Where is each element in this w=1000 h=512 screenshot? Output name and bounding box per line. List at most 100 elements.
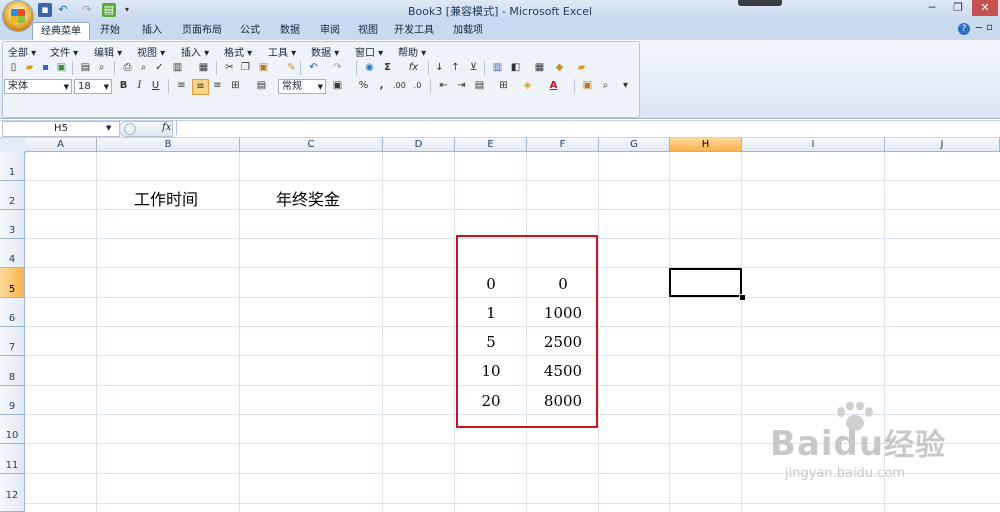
tab-developer[interactable]: 开发工具 <box>390 22 438 40</box>
menu-view[interactable]: 视图 ▾ <box>137 44 165 59</box>
currency-icon[interactable]: ▣ <box>330 79 345 93</box>
table-icon[interactable]: ▦ <box>532 61 547 75</box>
undo-icon[interactable]: ↶ <box>56 3 70 17</box>
text-direction-icon[interactable]: ▤ <box>472 79 487 93</box>
align-left-icon[interactable]: ≡ <box>174 79 189 93</box>
column-header-a[interactable]: A <box>25 138 97 152</box>
column-header-d[interactable]: D <box>383 138 455 152</box>
office-button[interactable] <box>3 1 33 31</box>
select-all-corner[interactable] <box>0 138 26 153</box>
font-color-icon[interactable]: A <box>546 79 561 93</box>
decrease-indent-icon[interactable]: ⇤ <box>436 79 451 93</box>
column-header-b[interactable]: B <box>97 138 240 152</box>
decrease-decimal-icon[interactable]: .0 <box>410 79 425 93</box>
print-preview-icon[interactable]: ▤ <box>102 3 116 17</box>
row-header-2[interactable]: 2 <box>0 181 25 210</box>
insert-function-button[interactable]: fx <box>162 121 171 135</box>
row-header-4[interactable]: 4 <box>0 239 25 268</box>
row-header-8[interactable]: 8 <box>0 356 25 386</box>
cut-icon[interactable]: ✂ <box>222 61 237 75</box>
open-icon[interactable]: ▰ <box>22 61 37 75</box>
italic-button[interactable]: I <box>132 79 147 93</box>
column-header-i[interactable]: I <box>742 138 885 152</box>
number-format-dropdown[interactable]: 常规 ▼ <box>278 79 326 94</box>
column-header-f[interactable]: F <box>527 138 599 152</box>
menu-all[interactable]: 全部 ▾ <box>8 44 36 59</box>
increase-decimal-icon[interactable]: .00 <box>392 79 407 93</box>
redo-icon[interactable]: ↷ <box>80 3 94 17</box>
save-icon[interactable]: ▪ <box>38 3 52 17</box>
close-button[interactable]: ✕ <box>972 0 998 16</box>
permission-icon[interactable]: ▣ <box>54 61 69 75</box>
menu-tools[interactable]: 工具 ▾ <box>268 44 296 59</box>
row-header-1[interactable]: 1 <box>0 152 25 181</box>
row-header-11[interactable]: 11 <box>0 444 25 474</box>
copy-icon[interactable]: ❐ <box>238 61 253 75</box>
wrap-text-icon[interactable]: ▤ <box>254 79 269 93</box>
tab-add-ins[interactable]: 加载项 <box>444 22 492 40</box>
formula-input[interactable] <box>176 121 999 135</box>
menu-insert[interactable]: 插入 ▾ <box>181 44 209 59</box>
font-size-dropdown[interactable]: 18 ▼ <box>74 79 112 94</box>
hyperlink-icon[interactable]: ◉ <box>362 61 377 75</box>
active-cell-h5[interactable] <box>669 268 742 297</box>
align-center-icon[interactable]: ≡ <box>192 79 209 95</box>
chart-icon[interactable]: ▥ <box>490 61 505 75</box>
tab-classic-menu[interactable]: 经典菜单 <box>32 22 90 41</box>
menu-format[interactable]: 格式 ▾ <box>224 44 252 59</box>
undo-icon[interactable]: ↶ <box>306 61 321 75</box>
redo-icon[interactable]: ↷ <box>330 61 345 75</box>
row-header-7[interactable]: 7 <box>0 327 25 356</box>
sort-ascending-icon[interactable]: ↓ <box>432 61 447 75</box>
customize-quick-access-icon[interactable]: ▾ <box>120 3 134 17</box>
tab-data[interactable]: 数据 <box>272 22 308 40</box>
format-painter-icon[interactable]: ✎ <box>284 61 299 75</box>
minimize-button[interactable]: ─ <box>920 0 944 16</box>
align-right-icon[interactable]: ≡ <box>210 79 225 93</box>
menu-edit[interactable]: 编辑 ▾ <box>94 44 122 59</box>
tab-insert[interactable]: 插入 <box>134 22 170 40</box>
drawing-icon[interactable]: ◧ <box>508 61 523 75</box>
print-preview-icon[interactable]: ⌕ <box>136 61 151 75</box>
fill-color-icon[interactable]: ◈ <box>520 79 535 93</box>
styles-icon[interactable]: ▣ <box>580 79 595 93</box>
menu-help[interactable]: 帮助 ▾ <box>398 44 426 59</box>
autosum-icon[interactable]: Σ <box>380 61 395 75</box>
row-header-6[interactable]: 6 <box>0 298 25 327</box>
bold-button[interactable]: B <box>116 79 131 93</box>
row-header-9[interactable]: 9 <box>0 386 25 415</box>
spelling-icon[interactable]: ✓ <box>152 61 167 75</box>
research-pane-icon[interactable]: ▦ <box>196 61 211 75</box>
menu-file[interactable]: 文件 ▾ <box>50 44 78 59</box>
insert-function-icon[interactable]: fx <box>406 61 421 75</box>
sort-descending-icon[interactable]: ↑ <box>448 61 463 75</box>
shapes-icon[interactable]: ◆ <box>552 61 567 75</box>
tab-home[interactable]: 开始 <box>92 22 128 40</box>
pdf-icon[interactable]: ▤ <box>78 61 93 75</box>
row-header-10[interactable]: 10 <box>0 415 25 444</box>
tab-page-layout[interactable]: 页面布局 <box>176 22 228 40</box>
save-icon[interactable]: ▪ <box>38 61 53 75</box>
increase-indent-icon[interactable]: ⇥ <box>454 79 469 93</box>
new-icon[interactable]: ▯ <box>6 61 21 75</box>
underline-button[interactable]: U <box>148 79 163 93</box>
fill-handle[interactable] <box>739 294 746 301</box>
ribbon-minimize-icon[interactable]: ─ <box>976 23 982 34</box>
print-icon[interactable]: ⎙ <box>120 61 135 75</box>
filter-icon[interactable]: ⊻ <box>466 61 481 75</box>
name-box[interactable]: H5 <box>2 121 120 137</box>
column-header-e[interactable]: E <box>455 138 527 152</box>
name-box-chevron-down-icon[interactable]: ▼ <box>106 121 111 135</box>
font-name-dropdown[interactable]: 宋体 ▼ <box>4 79 72 94</box>
borders-icon[interactable]: ⊞ <box>496 79 511 93</box>
zoom-dropdown-icon[interactable]: ▾ <box>618 79 633 93</box>
expand-icon[interactable] <box>124 123 136 135</box>
column-header-h[interactable]: H <box>670 138 742 152</box>
column-header-g[interactable]: G <box>599 138 670 152</box>
column-header-j[interactable]: J <box>885 138 1000 152</box>
find-icon[interactable]: ⌕ <box>598 79 613 93</box>
workbook-restore-icon[interactable]: ▫ <box>986 22 993 33</box>
comma-style-icon[interactable]: , <box>374 79 389 93</box>
merge-center-icon[interactable]: ⊞ <box>228 79 243 93</box>
paste-icon[interactable]: ▣ <box>256 61 271 75</box>
